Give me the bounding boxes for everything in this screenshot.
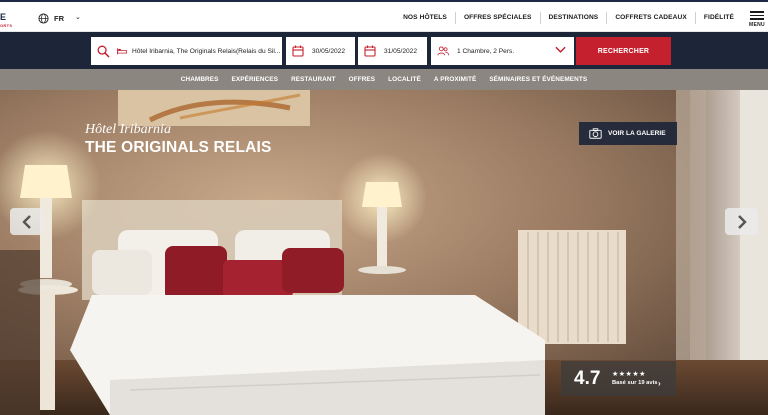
sub-nav-seminars-events[interactable]: SÉMINAIRES ET ÉVÉNEMENTS bbox=[483, 76, 594, 83]
rating-stars-icon: ★★★★★ bbox=[612, 371, 646, 378]
top-nav-special-offers[interactable]: OFFRES SPÉCIALES bbox=[454, 12, 540, 24]
camera-icon bbox=[589, 128, 602, 139]
search-button[interactable]: RECHERCHER bbox=[576, 37, 671, 65]
sub-nav-restaurant[interactable]: RESTAURANT bbox=[285, 76, 343, 83]
hero-banner: Hôtel Iribarnia THE ORIGINALS RELAIS VOI… bbox=[0, 90, 768, 415]
chevron-right-icon: › bbox=[658, 379, 661, 388]
menu-label: MENU bbox=[749, 21, 765, 28]
next-slide-button[interactable] bbox=[725, 208, 758, 235]
hero-title: THE ORIGINALS RELAIS bbox=[85, 139, 272, 156]
brand-logo[interactable]: E ORTS bbox=[0, 10, 14, 30]
language-code: FR bbox=[54, 13, 64, 23]
sub-nav-experiences[interactable]: EXPÉRIENCES bbox=[225, 76, 285, 83]
chevron-down-icon bbox=[555, 46, 566, 53]
guests-selector[interactable]: 1 Chambre, 2 Pers. bbox=[431, 37, 574, 65]
hotel-search-value: Hôtel Iribarnia, The Originals Relais(Re… bbox=[132, 47, 281, 55]
hotel-sub-nav: CHAMBRES EXPÉRIENCES RESTAURANT OFFRES L… bbox=[0, 69, 768, 90]
hamburger-icon bbox=[746, 11, 768, 20]
top-nav-destinations[interactable]: DESTINATIONS bbox=[539, 12, 607, 24]
sub-nav-offers[interactable]: OFFRES bbox=[342, 76, 382, 83]
view-gallery-label: VOIR LA GALERIE bbox=[608, 130, 666, 137]
previous-slide-button[interactable] bbox=[10, 208, 43, 235]
logo-mark: E bbox=[0, 12, 7, 22]
search-icon bbox=[97, 45, 110, 58]
check-in-value: 30/05/2022 bbox=[312, 47, 346, 55]
top-nav: NOS HÔTELS OFFRES SPÉCIALES DESTINATIONS… bbox=[395, 2, 742, 34]
bed-icon bbox=[117, 48, 127, 55]
check-out-field[interactable]: 31/05/2022 bbox=[358, 37, 427, 65]
view-gallery-button[interactable]: VOIR LA GALERIE bbox=[579, 122, 677, 145]
menu-button[interactable]: MENU bbox=[746, 9, 768, 29]
chevron-right-icon bbox=[737, 214, 747, 229]
top-nav-loyalty[interactable]: FIDÉLITÉ bbox=[694, 12, 742, 24]
globe-icon bbox=[38, 12, 49, 24]
logo-subtext: ORTS bbox=[0, 23, 13, 28]
booking-bar: Hôtel Iribarnia, The Originals Relais(Re… bbox=[0, 32, 768, 69]
sub-nav-nearby[interactable]: A PROXIMITÉ bbox=[427, 76, 482, 83]
guests-value: 1 Chambre, 2 Pers. bbox=[457, 47, 515, 55]
review-rating-widget[interactable]: 4.7 ★★★★★ Basé sur 19 avis › bbox=[561, 361, 676, 396]
users-icon bbox=[437, 46, 449, 56]
calendar-icon bbox=[292, 45, 304, 57]
sub-nav-locality[interactable]: LOCALITÉ bbox=[382, 76, 428, 83]
top-nav-hotels[interactable]: NOS HÔTELS bbox=[395, 12, 455, 24]
check-out-value: 31/05/2022 bbox=[384, 47, 418, 55]
rating-score: 4.7 bbox=[574, 368, 601, 389]
hero-subtitle: Hôtel Iribarnia bbox=[85, 122, 171, 137]
calendar-icon bbox=[364, 45, 376, 57]
top-nav-gift-boxes[interactable]: COFFRETS CADEAUX bbox=[606, 12, 695, 24]
language-selector[interactable]: FR ⌄ bbox=[38, 11, 81, 25]
hotel-search-field[interactable]: Hôtel Iribarnia, The Originals Relais(Re… bbox=[91, 37, 282, 65]
chevron-down-icon: ⌄ bbox=[75, 14, 81, 21]
chevron-left-icon bbox=[21, 214, 31, 229]
rating-review-count: Basé sur 19 avis bbox=[612, 380, 658, 386]
top-bar: E ORTS FR ⌄ NOS HÔTELS OFFRES SPÉCIALES … bbox=[0, 0, 768, 32]
sub-nav-rooms[interactable]: CHAMBRES bbox=[174, 76, 225, 83]
check-in-field[interactable]: 30/05/2022 bbox=[286, 37, 355, 65]
